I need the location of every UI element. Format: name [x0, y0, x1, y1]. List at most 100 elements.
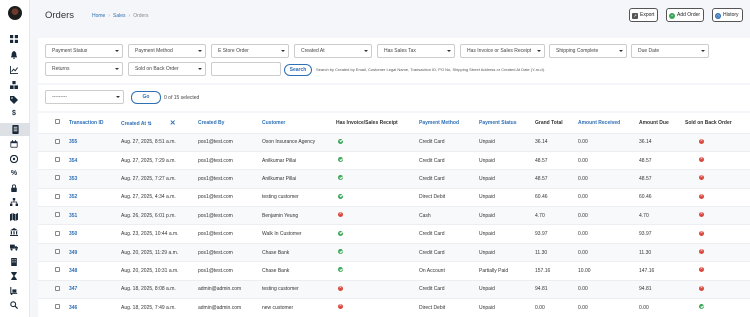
history-button[interactable]: ◷ History: [712, 8, 743, 22]
col-payment-method[interactable]: Payment Method: [419, 113, 479, 133]
transaction-id-link[interactable]: 353: [69, 169, 121, 189]
percent-icon[interactable]: %: [10, 170, 18, 178]
transaction-id-link[interactable]: 348: [69, 261, 121, 281]
row-checkbox[interactable]: [55, 193, 60, 199]
table-row[interactable]: 349 Aug. 20, 2025, 11:29 a.m. pos1@test.co…: [38, 242, 750, 262]
col-customer[interactable]: Customer: [262, 113, 336, 133]
building-icon[interactable]: [10, 258, 18, 266]
help-circle-icon[interactable]: [10, 155, 18, 163]
bank-icon[interactable]: [10, 228, 18, 236]
back-order-no-icon: [699, 285, 704, 291]
due-date-select[interactable]: Due Date: [631, 44, 709, 58]
row-checkbox[interactable]: [55, 138, 60, 144]
chevron-down-icon: [116, 96, 120, 98]
shipping-complete-select[interactable]: Shipping Complete: [549, 44, 627, 58]
row-checkbox[interactable]: [55, 267, 60, 273]
table-row[interactable]: 355 Aug. 27, 2025, 8:51 a.m. pos1@test.com…: [38, 132, 750, 152]
has-invoice-cell: [336, 261, 419, 281]
sold-on-back-order-select[interactable]: Sold on Back Order: [128, 62, 206, 76]
avatar[interactable]: [8, 6, 22, 20]
returns-select[interactable]: Returns: [45, 62, 123, 76]
breadcrumb-sales[interactable]: Sales: [113, 13, 126, 19]
row-checkbox[interactable]: [55, 304, 60, 310]
truck-icon[interactable]: [10, 243, 18, 251]
lock-icon[interactable]: [10, 184, 18, 192]
table-row[interactable]: 353 Aug. 27, 2025, 7:27 a.m. pos1@test.com…: [38, 169, 750, 189]
created-at-select[interactable]: Created At: [294, 44, 372, 58]
payment-method-cell: Cash: [419, 206, 479, 225]
add-order-button[interactable]: + Add Order: [666, 8, 705, 22]
dashboard-icon[interactable]: [10, 35, 18, 43]
calendar-icon[interactable]: [10, 140, 18, 148]
table-row[interactable]: 346 Aug. 18, 2025, 7:49 a.m. admin@admin.c…: [38, 298, 750, 317]
export-button[interactable]: ↗ Export: [629, 8, 659, 22]
transaction-id-link[interactable]: 346: [69, 298, 121, 317]
payment-method-cell: Direct Debit: [419, 187, 479, 207]
row-checkbox[interactable]: [55, 157, 60, 163]
amount-due-cell: 48.57: [639, 150, 685, 170]
has-invoice-select[interactable]: Has Invoice or Sales Receipt: [460, 44, 545, 58]
table-row[interactable]: 352 Aug. 27, 2025, 4:34 a.m. pos1@test.com…: [38, 187, 750, 207]
transaction-id-link[interactable]: 355: [69, 132, 121, 152]
page-title: Orders: [45, 10, 75, 21]
table-row[interactable]: 350 Aug. 23, 2025, 10:44 a.m. pos1@test.co…: [38, 224, 750, 244]
table-row[interactable]: 354 Aug. 27, 2025, 7:29 a.m. pos1@test.com…: [38, 150, 750, 170]
transaction-id-link[interactable]: 352: [69, 187, 121, 207]
export-label: Export: [640, 12, 655, 18]
row-checkbox[interactable]: [55, 285, 60, 291]
select-all-checkbox[interactable]: [55, 119, 60, 125]
search-icon[interactable]: [10, 301, 18, 309]
invoice-no-icon: [338, 285, 343, 291]
bell-icon[interactable]: [10, 51, 18, 59]
table-row[interactable]: 351 Aug. 26, 2025, 6:01 p.m. pos1@test.com…: [38, 206, 750, 225]
customer-cell: Walk In Customer: [262, 224, 336, 244]
breadcrumb-home[interactable]: Home: [92, 13, 105, 19]
payment-method-cell: On Account: [419, 261, 479, 281]
network-icon[interactable]: [10, 198, 18, 206]
dollar-icon[interactable]: $: [10, 110, 18, 118]
boxes-icon[interactable]: [10, 81, 18, 89]
table-row[interactable]: 348 Aug. 20, 2025, 10:31 a.m. pos1@test.co…: [38, 261, 750, 281]
invoice-yes-icon: [338, 138, 343, 144]
dolly-icon[interactable]: [10, 287, 18, 295]
row-checkbox[interactable]: [55, 212, 60, 218]
transaction-id-link[interactable]: 351: [69, 206, 121, 225]
row-checkbox[interactable]: [55, 175, 60, 181]
col-created-at[interactable]: Created At ⇅ ✕: [121, 113, 198, 133]
bulk-action-select[interactable]: ---------: [45, 90, 124, 104]
col-created-by[interactable]: Created By: [198, 113, 262, 133]
has-invoice-cell: [336, 169, 419, 189]
orders-receipt-icon[interactable]: [0, 123, 30, 136]
col-amount-received[interactable]: Amount Received: [578, 113, 639, 133]
grand-total-cell: 11.30: [535, 242, 578, 262]
back-order-no-icon: [699, 211, 704, 218]
col-transaction-id[interactable]: Transaction ID: [69, 113, 121, 133]
back-order-cell: [685, 150, 750, 170]
estore-order-select[interactable]: E Store Order: [211, 44, 289, 58]
col-payment-status[interactable]: Payment Status: [479, 113, 535, 133]
back-order-cell: [685, 261, 750, 281]
transaction-id-link[interactable]: 354: [69, 150, 121, 170]
has-sales-tax-select[interactable]: Has Sales Tax: [377, 44, 455, 58]
payment-method-select[interactable]: Payment Method: [128, 44, 206, 58]
amount-received-cell: 0.00: [578, 150, 639, 170]
clear-sort-icon[interactable]: ✕: [170, 120, 176, 127]
map-icon[interactable]: [10, 213, 18, 221]
row-checkbox[interactable]: [55, 249, 60, 255]
search-input[interactable]: [211, 62, 281, 76]
chart-line-icon[interactable]: [10, 66, 18, 74]
transaction-id-link[interactable]: 350: [69, 224, 121, 244]
payment-status-cell: Unpaid: [479, 298, 535, 317]
hourglass-icon[interactable]: [10, 272, 18, 280]
search-button[interactable]: Search: [284, 64, 312, 76]
back-order-cell: [685, 224, 750, 244]
tag-icon[interactable]: [10, 96, 18, 104]
transaction-id-link[interactable]: 349: [69, 242, 121, 262]
chevron-down-icon: [115, 68, 119, 70]
chevron-down-icon: [198, 68, 202, 70]
go-button[interactable]: Go: [131, 91, 161, 104]
transaction-id-link[interactable]: 347: [69, 279, 121, 299]
payment-status-select[interactable]: Payment Status: [45, 44, 123, 58]
row-checkbox[interactable]: [55, 230, 60, 236]
table-row[interactable]: 347 Aug. 18, 2025, 8:08 a.m. admin@admin.c…: [38, 279, 750, 299]
